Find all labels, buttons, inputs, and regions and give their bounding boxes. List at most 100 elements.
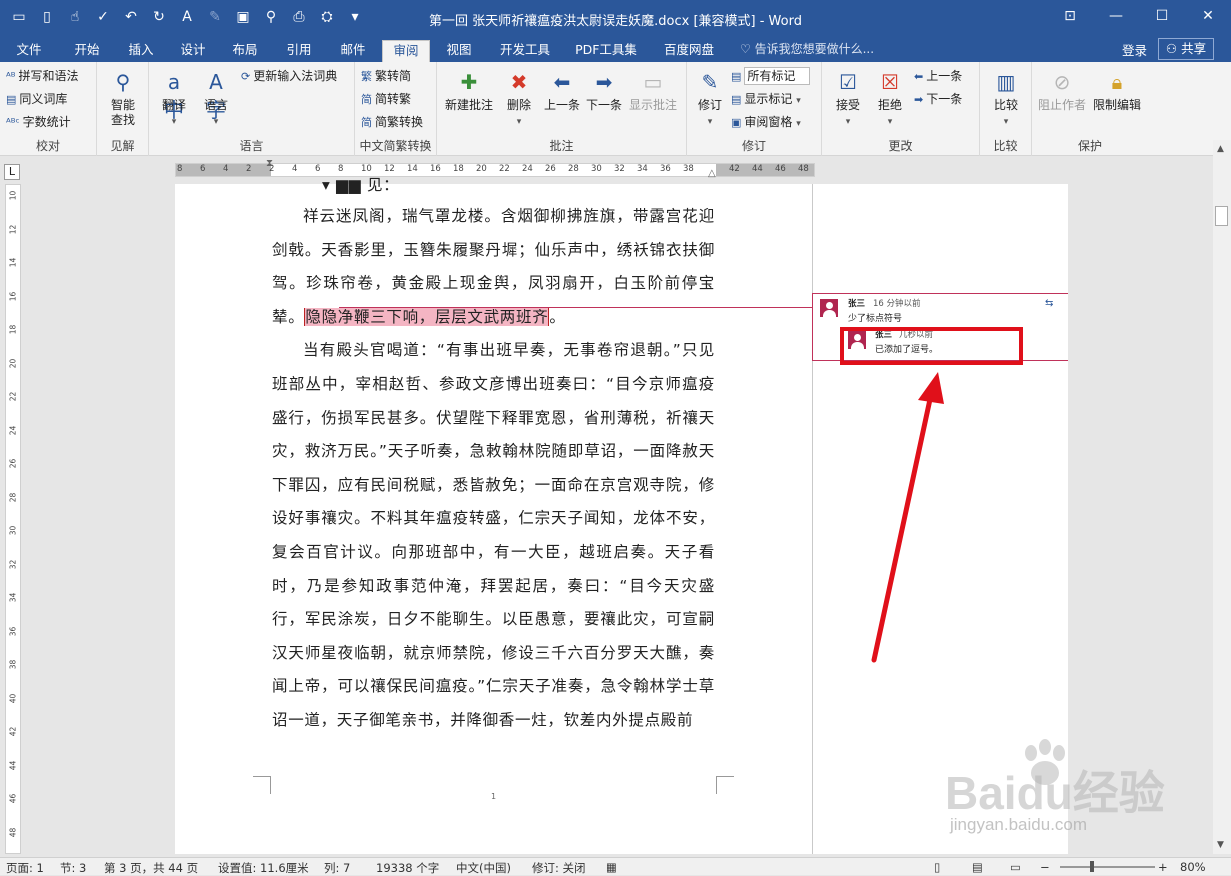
dropdown-arrow-icon: ▾ xyxy=(845,117,851,127)
status-position[interactable]: 设置值: 11.6厘米 xyxy=(218,860,309,876)
status-page[interactable]: 页面: 1 xyxy=(6,860,44,876)
status-column[interactable]: 列: 7 xyxy=(324,860,350,876)
tab-mailings[interactable]: 邮件 xyxy=(330,40,376,62)
zoom-level[interactable]: 80% xyxy=(1180,860,1206,874)
zoom-slider[interactable] xyxy=(1060,866,1155,868)
baidu-watermark: Baidu经验 jingyan.baidu.com xyxy=(945,735,1205,845)
compare-button[interactable]: ▥ 比较 ▾ xyxy=(986,68,1026,130)
tab-view[interactable]: 视图 xyxy=(436,40,482,62)
zoom-in-icon[interactable]: + xyxy=(1158,860,1168,874)
spelling-grammar-button[interactable]: ᴬᴮ 拼写和语法 xyxy=(6,67,79,86)
label: 语言 xyxy=(203,98,228,112)
paragraph-1[interactable]: 祥云迷凤阁，瑞气罩龙楼。含烟御柳拂旌旗，带露宫花迎剑戟。天香影里，玉簪朱履聚丹墀… xyxy=(272,200,715,334)
ribbon-display-icon[interactable]: ⊡ xyxy=(1047,0,1093,32)
tab-file[interactable]: 文件 xyxy=(8,40,50,62)
close-button[interactable]: ✕ xyxy=(1185,0,1231,32)
tab-insert[interactable]: 插入 xyxy=(118,40,164,62)
status-word-count[interactable]: 19338 个字 xyxy=(376,860,439,876)
zoom-slider-thumb[interactable] xyxy=(1090,861,1094,872)
scroll-thumb[interactable] xyxy=(1215,206,1228,226)
label: 比较 xyxy=(993,98,1018,112)
maximize-button[interactable]: ☐ xyxy=(1139,0,1185,32)
tab-review[interactable]: 审阅 xyxy=(382,40,430,62)
vertical-scrollbar[interactable]: ▲ ▼ xyxy=(1213,140,1231,854)
group-changes: ☑ 接受 ▾ ☒ 拒绝 ▾ ⬅ 上一条 ➡ 下一条 更改 xyxy=(822,62,980,156)
indent-marker-icon[interactable]: ⧗ xyxy=(266,158,273,169)
ruler-tick-label: 20 xyxy=(8,358,18,368)
accept-button[interactable]: ☑ 接受 ▾ xyxy=(828,68,868,130)
document-body[interactable]: ▾ ▆▆ 见： 祥云迷凤阁，瑞气罩龙楼。含烟御柳拂旌旗，带露宫花迎剑戟。天香影里… xyxy=(272,176,715,738)
share-button[interactable]: ⚇ 共享 xyxy=(1158,38,1214,60)
avatar xyxy=(819,298,839,318)
tab-home[interactable]: 开始 xyxy=(64,40,110,62)
comment-text[interactable]: 少了标点符号 xyxy=(848,311,902,324)
convert-button[interactable]: 简简繁转换 xyxy=(361,113,423,132)
tab-design[interactable]: 设计 xyxy=(170,40,216,62)
paragraph-2[interactable]: 当有殿头官喝道：“有事出班早奏，无事卷帘退朝。”只见班部丛中，宰相赵哲、参政文彦… xyxy=(272,334,715,737)
show-markup-button[interactable]: ▤ 显示标记 ▾ xyxy=(731,90,801,110)
dropdown-arrow-icon: ▾ xyxy=(707,117,713,127)
paragraph-end: 。 xyxy=(549,307,566,326)
label: 繁转简 xyxy=(375,69,412,83)
previous-comment-button[interactable]: ⬅ 上一条 xyxy=(541,68,583,113)
label: 新建批注 xyxy=(444,98,493,112)
group-protect: ⊘ 阻止作者 🔒︎ 限制编辑 保护 xyxy=(1032,62,1148,156)
minimize-button[interactable]: — xyxy=(1093,0,1139,32)
cut-line: ▾ ▆▆ 见： xyxy=(272,174,715,196)
scroll-down-icon[interactable]: ▼ xyxy=(1217,840,1224,850)
delete-comment-button[interactable]: ✖ 删除 ▾ xyxy=(499,68,539,130)
zoom-out-icon[interactable]: − xyxy=(1040,860,1050,874)
ruler-tick-label: 28 xyxy=(8,492,18,502)
sign-in-link[interactable]: 登录 xyxy=(1122,40,1147,59)
tab-layout[interactable]: 布局 xyxy=(222,40,268,62)
trad-to-simp-button[interactable]: 繁繁转简 xyxy=(361,67,411,86)
web-layout-icon[interactable]: ▭ xyxy=(1010,860,1021,874)
previous-comment-icon: ⬅ xyxy=(553,70,571,94)
tab-references[interactable]: 引用 xyxy=(276,40,322,62)
language-button[interactable]: A字 语言 ▾ xyxy=(197,68,235,130)
status-language[interactable]: 中文(中国) xyxy=(456,860,511,876)
word-count-button[interactable]: ᴬᴮᶜ 字数统计 xyxy=(6,113,71,132)
markup-select[interactable]: ▤ 所有标记 xyxy=(731,67,811,86)
page-number: 1 xyxy=(491,792,497,801)
label: 拒绝 xyxy=(877,98,902,112)
next-comment-button[interactable]: ➡ 下一条 xyxy=(583,68,625,113)
tab-selector[interactable]: L xyxy=(4,164,20,180)
label: 修订 xyxy=(697,98,722,112)
reject-icon: ☒ xyxy=(881,70,899,94)
update-ime-dictionary-button[interactable]: ⟳ 更新输入法词典 xyxy=(241,67,337,86)
translate-icon: a中 xyxy=(164,70,184,122)
new-comment-button[interactable]: ✚ 新建批注 xyxy=(441,68,497,113)
thesaurus-button[interactable]: ▤ 同义词库 xyxy=(6,90,67,109)
label: 显示标记 xyxy=(744,92,793,106)
reviewing-pane-button[interactable]: ▣ 审阅窗格 ▾ xyxy=(731,113,801,133)
restrict-editing-button[interactable]: 🔒︎ 限制编辑 xyxy=(1090,68,1144,113)
ruler-tick-label: 28 xyxy=(568,164,579,174)
vertical-ruler: 10 12 14 16 18 20 22 24 26 28 30 32 34 36 38 40 42 44 46 48 xyxy=(0,184,24,854)
translate-button[interactable]: a中 翻译 ▾ xyxy=(155,68,193,130)
commented-text[interactable]: 隐隐净鞭三下响，层层文武两班齐 xyxy=(304,307,550,326)
print-layout-icon[interactable]: ▤ xyxy=(972,860,983,874)
tell-me-search[interactable]: ♡ 告诉我您想要做什么... xyxy=(740,40,874,57)
dropdown-arrow-icon: ▾ xyxy=(796,96,801,106)
tab-pdf-tools[interactable]: PDF工具集 xyxy=(566,40,646,62)
label: 所有标记 xyxy=(744,67,811,85)
ruler-tick-label: 40 xyxy=(8,693,18,703)
simp-to-trad-button[interactable]: 简简转繁 xyxy=(361,90,411,109)
scroll-up-icon[interactable]: ▲ xyxy=(1217,144,1224,154)
track-changes-button[interactable]: ✎ 修订 ▾ xyxy=(691,68,729,130)
status-page-count[interactable]: 第 3 页，共 44 页 xyxy=(104,860,198,876)
reject-button[interactable]: ☒ 拒绝 ▾ xyxy=(870,68,910,130)
pane-icon: ▣ xyxy=(731,116,742,129)
smart-lookup-button[interactable]: ⚲ 智能 查找 xyxy=(103,68,143,128)
previous-change-button[interactable]: ⬅ 上一条 xyxy=(914,67,962,86)
status-track-changes[interactable]: 修订: 关闭 xyxy=(532,860,586,876)
next-change-button[interactable]: ➡ 下一条 xyxy=(914,90,962,109)
tab-developer[interactable]: 开发工具 xyxy=(490,40,560,62)
tab-baidu-netdisk[interactable]: 百度网盘 xyxy=(654,40,724,62)
reply-icon[interactable]: ⇆ xyxy=(1045,298,1053,309)
status-section[interactable]: 节: 3 xyxy=(60,860,86,876)
ruler-tick-label: 42 xyxy=(729,164,740,174)
read-mode-icon[interactable]: ▯ xyxy=(934,860,940,874)
macro-record-icon[interactable]: ▦ xyxy=(606,860,617,874)
